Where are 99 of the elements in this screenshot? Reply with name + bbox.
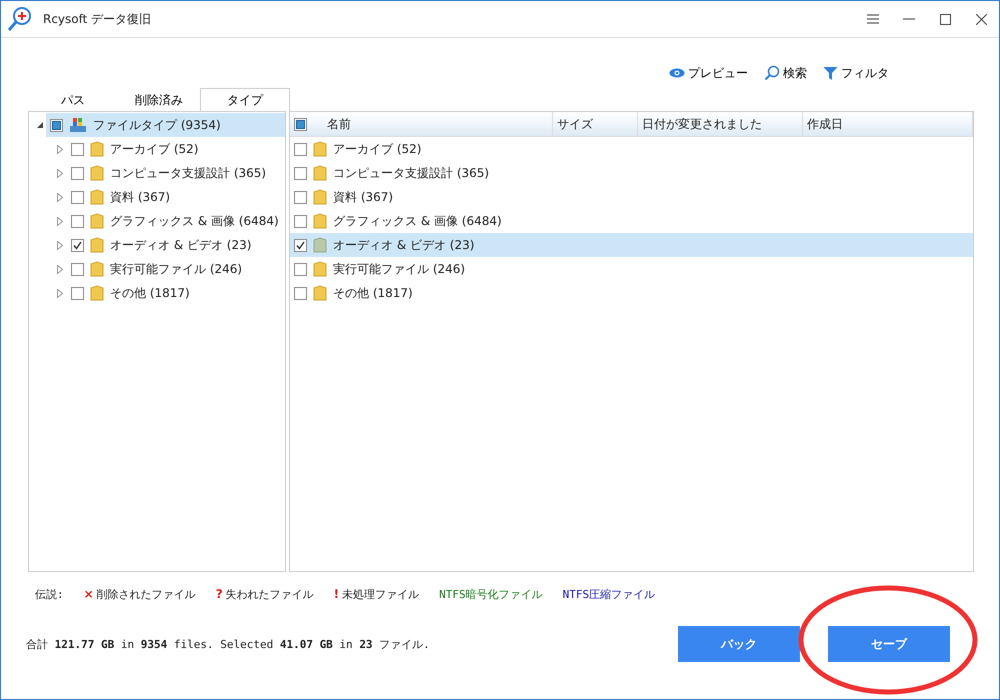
preview-button[interactable]: プレビュー bbox=[669, 61, 748, 85]
legend-label: NTFS圧縮ファイル bbox=[562, 586, 656, 602]
checkbox[interactable] bbox=[71, 286, 84, 300]
app-logo-icon bbox=[7, 6, 33, 32]
folder-icon bbox=[313, 261, 327, 277]
tree-item[interactable]: オーディオ & ビデオ (23) bbox=[67, 233, 285, 257]
tree-item[interactable]: ファイルタイプ (9354) bbox=[46, 113, 285, 137]
tree-label: オーディオ & ビデオ (23) bbox=[110, 236, 252, 254]
checkbox[interactable] bbox=[71, 190, 84, 204]
table-row[interactable]: オーディオ & ビデオ (23) bbox=[290, 233, 973, 257]
file-name: 資料 (367) bbox=[333, 188, 394, 206]
filter-button[interactable]: フィルタ bbox=[823, 61, 889, 85]
checkbox[interactable] bbox=[294, 286, 307, 300]
tree-item[interactable]: アーカイブ (52) bbox=[67, 137, 285, 161]
folder-icon bbox=[313, 285, 327, 301]
table-row[interactable]: 実行可能ファイル (246) bbox=[290, 257, 973, 281]
legend-label: NTFS暗号化ファイル bbox=[439, 586, 543, 602]
tree-item[interactable]: コンピュータ支援設計 (365) bbox=[67, 161, 285, 185]
file-name: コンピュータ支援設計 (365) bbox=[333, 164, 490, 182]
folder-icon bbox=[313, 165, 327, 181]
column-header[interactable]: 日付が変更されました bbox=[638, 112, 803, 136]
folder-icon bbox=[90, 165, 104, 181]
window-title: Rcysoft データ復旧 bbox=[43, 10, 152, 28]
tree-label: アーカイブ (52) bbox=[110, 140, 198, 158]
tree-item[interactable]: グラフィックス & 画像 (6484) bbox=[67, 209, 285, 233]
tree-label: ファイルタイプ (9354) bbox=[93, 116, 221, 134]
table-row[interactable]: グラフィックス & 画像 (6484) bbox=[290, 209, 973, 233]
column-header[interactable]: 名前 bbox=[290, 112, 553, 136]
checkbox[interactable] bbox=[71, 142, 84, 156]
folder-icon bbox=[90, 285, 104, 301]
checkbox[interactable] bbox=[71, 238, 84, 252]
checkbox[interactable] bbox=[294, 262, 307, 276]
checkbox[interactable] bbox=[50, 118, 63, 132]
expand-icon[interactable] bbox=[57, 168, 63, 178]
tree-item[interactable]: 資料 (367) bbox=[67, 185, 285, 209]
checkbox[interactable] bbox=[71, 262, 84, 276]
back-button[interactable]: バック bbox=[678, 626, 800, 662]
checkbox[interactable] bbox=[294, 166, 307, 180]
tree-label: コンピュータ支援設計 (365) bbox=[110, 164, 266, 182]
search-button[interactable]: 検索 bbox=[764, 61, 807, 85]
tab[interactable]: タイプ bbox=[200, 88, 290, 111]
expand-icon[interactable] bbox=[57, 144, 63, 154]
expand-icon[interactable] bbox=[57, 192, 63, 202]
tree-label: 資料 (367) bbox=[110, 188, 170, 206]
table-row[interactable]: コンピュータ支援設計 (365) bbox=[290, 161, 973, 185]
legend-symbol: ! bbox=[334, 587, 340, 601]
folder-icon bbox=[90, 189, 104, 205]
file-name: その他 (1817) bbox=[333, 284, 413, 302]
expand-icon[interactable] bbox=[57, 264, 63, 274]
search-icon bbox=[764, 65, 780, 81]
status-text: 合計 121.77 GB in 9354 files. Selected 41.07 GB in 23 ファイル. bbox=[26, 636, 431, 652]
folder-icon bbox=[313, 213, 327, 229]
checkbox[interactable] bbox=[294, 238, 307, 252]
tree-label: グラフィックス & 画像 (6484) bbox=[110, 212, 279, 230]
expand-icon[interactable] bbox=[57, 240, 63, 250]
table-row[interactable]: その他 (1817) bbox=[290, 281, 973, 305]
table-row[interactable]: 資料 (367) bbox=[290, 185, 973, 209]
folder-icon bbox=[90, 213, 104, 229]
save-button[interactable]: セーブ bbox=[828, 626, 950, 662]
column-title: 名前 bbox=[327, 116, 351, 132]
legend-symbol: × bbox=[84, 587, 94, 601]
folder-icon bbox=[313, 189, 327, 205]
legend-label: 失われたファイル bbox=[226, 586, 314, 602]
legend-label: 削除されたファイル bbox=[96, 586, 196, 602]
checkbox[interactable] bbox=[71, 166, 84, 180]
legend-symbol: ? bbox=[216, 587, 223, 601]
tree-item[interactable]: その他 (1817) bbox=[67, 281, 285, 305]
maximize-icon bbox=[940, 14, 950, 24]
expand-icon[interactable] bbox=[57, 216, 63, 226]
file-name: アーカイブ (52) bbox=[333, 140, 422, 158]
checkbox[interactable] bbox=[294, 214, 307, 228]
expand-icon[interactable] bbox=[57, 288, 63, 298]
file-name: グラフィックス & 画像 (6484) bbox=[333, 212, 502, 230]
legend-title: 伝説: bbox=[35, 586, 64, 602]
column-header[interactable]: サイズ bbox=[553, 112, 638, 136]
tree-label: 実行可能ファイル (246) bbox=[110, 260, 242, 278]
eye-icon bbox=[669, 68, 685, 78]
folder-icon bbox=[313, 141, 327, 157]
checkbox[interactable] bbox=[71, 214, 84, 228]
file-name: 実行可能ファイル (246) bbox=[333, 260, 466, 278]
column-header[interactable]: 作成日 bbox=[803, 112, 973, 136]
checkbox[interactable] bbox=[294, 118, 307, 130]
tree-label: その他 (1817) bbox=[110, 284, 190, 302]
checkbox[interactable] bbox=[294, 142, 307, 156]
menu-icon bbox=[867, 14, 879, 24]
legend-label: 未処理ファイル bbox=[342, 586, 420, 602]
minimize-icon bbox=[903, 18, 915, 20]
drive-icon bbox=[69, 117, 87, 133]
filter-icon bbox=[823, 66, 838, 80]
collapse-icon[interactable] bbox=[37, 122, 44, 128]
tree-item[interactable]: 実行可能ファイル (246) bbox=[67, 257, 285, 281]
table-row[interactable]: アーカイブ (52) bbox=[290, 137, 973, 161]
folder-icon bbox=[90, 237, 104, 253]
folder-icon bbox=[90, 261, 104, 277]
folder-icon bbox=[90, 141, 104, 157]
folder-icon bbox=[313, 237, 327, 253]
close-icon bbox=[976, 14, 986, 24]
checkbox[interactable] bbox=[294, 190, 307, 204]
file-name: オーディオ & ビデオ (23) bbox=[333, 236, 474, 254]
